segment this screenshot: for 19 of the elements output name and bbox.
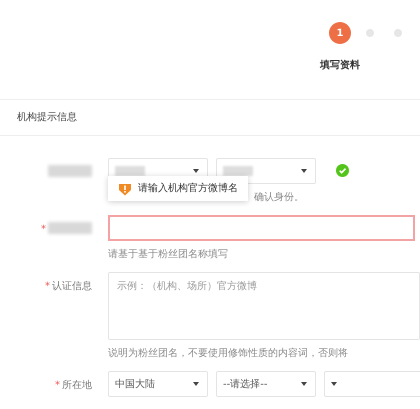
dropdown[interactable]: 中国大陆 [108,371,208,397]
text-field[interactable] [108,215,415,241]
tooltip: 请输入机构官方微博名 [108,176,248,201]
hint-text: 请基于基于粉丝团名称填写 [108,249,228,260]
hint-text: 说明为粉丝团名，不要使用修饰性质的内容词，否则将 [108,348,348,359]
dropdown[interactable] [324,371,420,397]
required-asterisk: * [45,280,50,294]
dropdown[interactable]: --请选择-- [216,371,316,397]
field-label: 认证信息 [52,280,92,294]
section-title: 机构提示信息 [17,110,77,125]
step-number-circle: 1 [329,22,351,44]
warning-icon [118,182,132,196]
hint-text: 确认身份。 [254,192,304,203]
required-asterisk: * [41,223,46,237]
required-asterisk: * [55,379,60,393]
field-label: 所在地 [62,378,92,393]
text-area[interactable]: 示例：（机构、场所）官方微博 [108,272,420,340]
dropdown[interactable] [216,158,316,184]
step-label: 填写资料 [320,58,360,73]
